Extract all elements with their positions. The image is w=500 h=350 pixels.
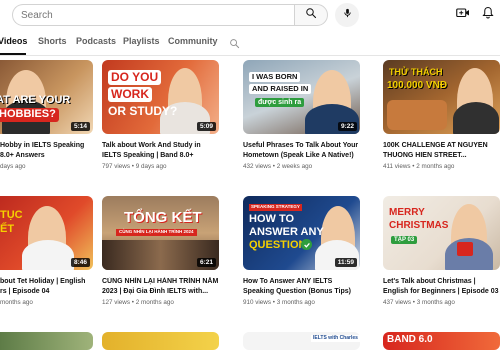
thumbnail-caption: HOW TO [249,213,295,225]
video-age: months ago [0,299,33,306]
video-age: days ago [0,163,26,170]
top-bar [0,0,500,30]
video-thumbnail[interactable]: BAND 6.0 [383,332,500,350]
tab-community[interactable]: Community [168,36,218,46]
presenter-shirt [22,240,74,270]
search-icon [305,6,317,24]
video-age: 9 days ago [135,163,167,170]
video-meta: 432 views • 2 weeks ago [243,163,313,170]
tab-playlists[interactable]: Playlists [123,36,160,46]
video-thumbnail[interactable]: IELTS with Charles [243,332,360,350]
video-meta: months ago [0,299,93,306]
thumbnail-caption: MERRY [389,207,425,218]
video-meta: 910 views • 3 months ago [243,299,315,306]
microphone-icon [342,6,353,24]
video-views: 797 views [102,163,131,170]
video-duration: 9:22 [337,122,357,131]
tab-podcasts[interactable]: Podcasts [76,36,116,46]
thumbnail-caption: được sinh ra [255,98,305,108]
thumbnail-caption: AT ARE YOUR [0,94,71,106]
search-button[interactable] [294,4,328,26]
video-views: 127 views [102,299,131,306]
video-age: 3 months ago [416,299,455,306]
video-thumbnail[interactable]: I WAS BORN AND RAISED IN được sinh ra 9:… [243,60,360,134]
video-views: 411 views [383,163,411,170]
tab-videos[interactable]: Videos [0,36,27,46]
channel-tabs: Videos Shorts Podcasts Playlists Communi… [0,30,500,54]
channel-search-icon[interactable] [229,36,241,49]
video-views: 432 views [243,163,272,170]
thumbnail-caption: TỔNG KẾT [124,209,202,226]
video-title[interactable]: Useful Phrases To Talk About Your Hometo… [243,141,360,160]
thumbnail-caption: QUESTION [249,239,307,251]
thumbnail-caption: OR STUDY? [108,104,178,118]
voice-search-button[interactable] [335,3,359,27]
search-box[interactable] [12,4,294,26]
video-title[interactable]: CÙNG NHÌN LẠI HÀNH TRÌNH NĂM 2023 | Đại … [102,277,219,296]
video-views: 910 views [243,299,272,306]
video-title[interactable]: Let's Talk about Christmas | English for… [383,277,500,296]
video-title[interactable]: Hobby in IELTS Speaking 8.0+ Answers [0,141,93,160]
video-duration: 11:59 [334,258,357,267]
thumbnail-caption: 100.000 VNĐ [387,80,448,91]
thumbnail-caption: WORK [108,87,152,102]
video-thumbnail[interactable]: TỤC ẾT 8:46 [0,196,93,270]
thumbnail-caption: TỤC [0,209,23,221]
video-meta: 797 views • 9 days ago [102,163,167,170]
notifications-button[interactable] [478,5,498,25]
food-image [387,100,447,130]
video-duration: 8:46 [70,258,90,267]
video-title[interactable]: How To Answer ANY IELTS Speaking Questio… [243,277,360,296]
video-meta: 127 views • 2 months ago [102,299,174,306]
thumbnail-caption: HOBBIES? [0,108,59,122]
thumbnail-caption: AND RAISED IN [249,84,312,94]
video-thumbnail[interactable] [0,332,93,350]
thumbnail-caption: THỬ THÁCH [389,67,443,77]
video-thumbnail[interactable]: SPEAKING STRATEGY HOW TO ANSWER ANY QUES… [243,196,360,270]
thumbnail-caption: BAND 6.0 [387,334,433,345]
thumbnail-caption: DO YOU [108,70,162,85]
thumbnail-caption: ẾT [0,223,15,235]
video-title[interactable]: bout Tet Holiday | English rs | Episode … [0,277,93,296]
presenter-shirt [453,102,499,134]
thumbnail-caption: IELTS with Charles [311,335,360,343]
tab-shorts[interactable]: Shorts [38,36,67,46]
video-age: 2 weeks ago [276,163,313,170]
video-views: 437 views [383,299,412,306]
video-thumbnail[interactable]: AT ARE YOUR HOBBIES? 5:14 [0,60,93,134]
video-meta: days ago [0,163,93,170]
video-duration: 6:21 [196,258,216,267]
search-input[interactable] [21,8,281,23]
thumbnail-caption: I WAS BORN [249,72,301,82]
create-button[interactable] [453,5,473,25]
video-title[interactable]: Talk about Work And Study in IELTS Speak… [102,141,219,160]
video-age: 3 months ago [276,299,315,306]
create-video-icon [456,6,470,24]
thumbnail-caption: TẬP 03 [391,236,418,245]
video-meta: 411 views • 2 months ago [383,163,455,170]
video-thumbnail[interactable]: THỬ THÁCH 100.000 VNĐ [383,60,500,134]
video-thumbnail[interactable]: TỔNG KẾT CÙNG NHÌN LẠI HÀNH TRÌNH 2024 6… [102,196,219,270]
video-thumbnail[interactable] [102,332,219,350]
bell-icon [482,6,494,24]
tabs-divider [0,55,500,56]
thumbnail-caption: CÙNG NHÌN LẠI HÀNH TRÌNH 2024 [116,229,197,236]
video-meta: 437 views • 3 months ago [383,299,455,306]
gift-box-image [457,242,473,256]
video-age: 2 months ago [416,163,455,170]
video-duration: 5:09 [196,122,216,131]
checkmark-icon [301,239,312,250]
video-title[interactable]: 100K CHALLENGE AT NGUYEN THUONG HIEN STR… [383,141,500,160]
thumbnail-caption: ANSWER ANY [249,226,324,238]
thumbnail-caption: SPEAKING STRATEGY [249,204,302,211]
video-age: 2 months ago [135,299,174,306]
thumbnail-caption: CHRISTMAS [389,220,449,231]
video-thumbnail[interactable]: MERRY CHRISTMAS TẬP 03 [383,196,500,270]
video-duration: 5:14 [70,122,90,131]
video-thumbnail[interactable]: DO YOU WORK OR STUDY? 5:09 [102,60,219,134]
